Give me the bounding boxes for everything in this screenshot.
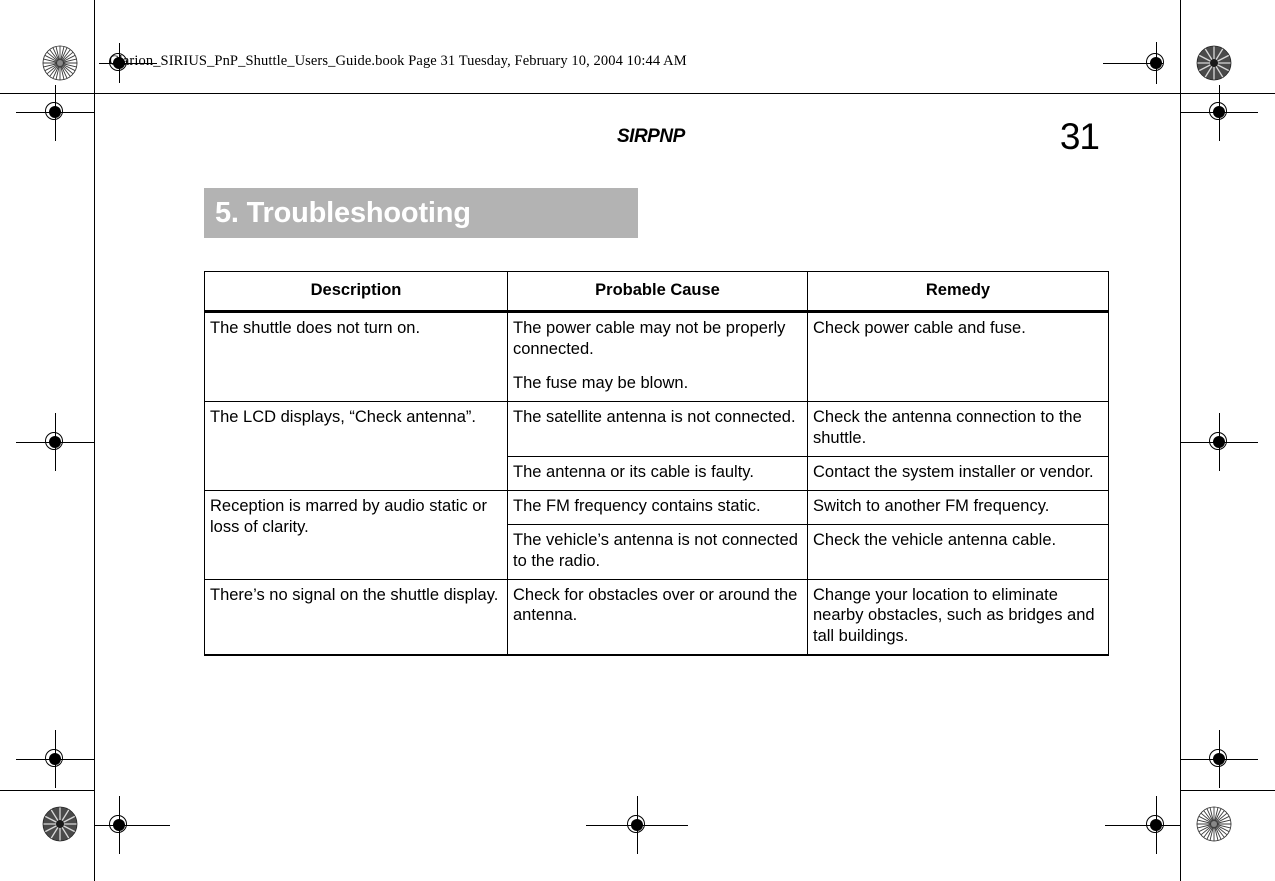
- registration-dot: [1213, 753, 1225, 765]
- registration-target-bottom-right: [1107, 796, 1175, 854]
- registration-target-right-lower: [1180, 730, 1258, 788]
- cell-probable-cause: The power cable may not be properly conn…: [507, 310, 808, 402]
- registration-target-bottom-center: [586, 796, 688, 854]
- registration-dot: [49, 106, 61, 118]
- registration-target-left-middle: [16, 413, 94, 471]
- color-rosette-bottom-right: [1196, 806, 1232, 842]
- cause-paragraph: The fuse may be blown.: [513, 373, 689, 392]
- cell-remedy: Change your location to eliminate nearby…: [807, 578, 1109, 657]
- table-header: Description Probable Cause Remedy: [204, 271, 1109, 313]
- column-header-remedy: Remedy: [807, 271, 1109, 313]
- column-header-description: Description: [204, 271, 508, 313]
- troubleshooting-table-container: Description Probable Cause Remedy The sh…: [204, 271, 1109, 657]
- registration-target-right-upper: [1180, 85, 1258, 141]
- registration-target-top-right: [1103, 42, 1173, 84]
- registration-dot: [631, 819, 643, 831]
- column-header-probable-cause: Probable Cause: [507, 271, 808, 313]
- book-file-header: Clarion_SIRIUS_PnP_Shuttle_Users_Guide.b…: [109, 53, 687, 69]
- color-rosette-top-right: [1196, 45, 1232, 81]
- document-title: SIRPNP: [617, 126, 685, 147]
- registration-dot: [113, 819, 125, 831]
- table-body: The shuttle does not turn on. The power c…: [204, 310, 1109, 657]
- table-row: The shuttle does not turn on. The power c…: [204, 310, 1109, 402]
- trim-line-bottom-horizontal: [0, 790, 95, 791]
- table-row: The LCD displays, “Check antenna”. The sa…: [204, 400, 1109, 491]
- cell-description: The shuttle does not turn on.: [204, 310, 508, 402]
- page-header: SIRPNP 31: [204, 116, 1108, 170]
- trim-line-left-upper-horizontal: [0, 93, 95, 94]
- cell-remedy: Switch to another FM frequency.: [807, 489, 1109, 525]
- cell-remedy: Check power cable and fuse.: [807, 310, 1109, 402]
- trim-line-header-rule: [95, 93, 1180, 94]
- chapter-banner: 5. Troubleshooting: [204, 188, 638, 238]
- cell-probable-cause: The vehicle’s antenna is not connected t…: [507, 523, 808, 580]
- table-row: There’s no signal on the shuttle display…: [204, 578, 1109, 657]
- page-number: 31: [1059, 116, 1100, 157]
- registration-dot: [49, 753, 61, 765]
- chapter-title: 5. Troubleshooting: [215, 196, 471, 229]
- trim-line-bottom-right-horizontal: [1180, 790, 1275, 791]
- cause-paragraph: The power cable may not be properly conn…: [513, 318, 786, 358]
- cell-probable-cause: The FM frequency contains static.: [507, 489, 808, 525]
- color-rosette-bottom-left: [42, 806, 78, 842]
- registration-target-left-lower: [16, 730, 94, 788]
- registration-target-left-upper: [16, 85, 94, 141]
- cell-description: Reception is marred by audio static or l…: [204, 489, 508, 580]
- registration-target-right-middle: [1180, 413, 1258, 471]
- trim-line-right-vertical: [1180, 0, 1181, 881]
- trim-line-left-vertical: [94, 0, 95, 881]
- cell-description: There’s no signal on the shuttle display…: [204, 578, 508, 657]
- cell-probable-cause: The antenna or its cable is faulty.: [507, 455, 808, 491]
- registration-dot: [1213, 106, 1225, 118]
- troubleshooting-table: Description Probable Cause Remedy The sh…: [204, 271, 1109, 657]
- trim-line-top-right-horizontal: [1180, 93, 1275, 94]
- registration-dot: [49, 436, 61, 448]
- table-row: Reception is marred by audio static or l…: [204, 489, 1109, 580]
- color-rosette-top-left: [42, 45, 78, 81]
- cell-remedy: Contact the system installer or vendor.: [807, 455, 1109, 491]
- registration-dot: [1150, 57, 1162, 69]
- cell-probable-cause: The satellite antenna is not connected.: [507, 400, 808, 457]
- table-header-row: Description Probable Cause Remedy: [204, 271, 1109, 313]
- cell-description: The LCD displays, “Check antenna”.: [204, 400, 508, 491]
- registration-dot: [1213, 436, 1225, 448]
- cell-remedy: Check the vehicle antenna cable.: [807, 523, 1109, 580]
- cell-remedy: Check the antenna connection to the shut…: [807, 400, 1109, 457]
- registration-crosshair-horizontal: [1107, 825, 1175, 826]
- registration-target-bottom-left: [100, 796, 168, 854]
- cell-probable-cause: Check for obstacles over or around the a…: [507, 578, 808, 657]
- registration-dot: [1150, 819, 1162, 831]
